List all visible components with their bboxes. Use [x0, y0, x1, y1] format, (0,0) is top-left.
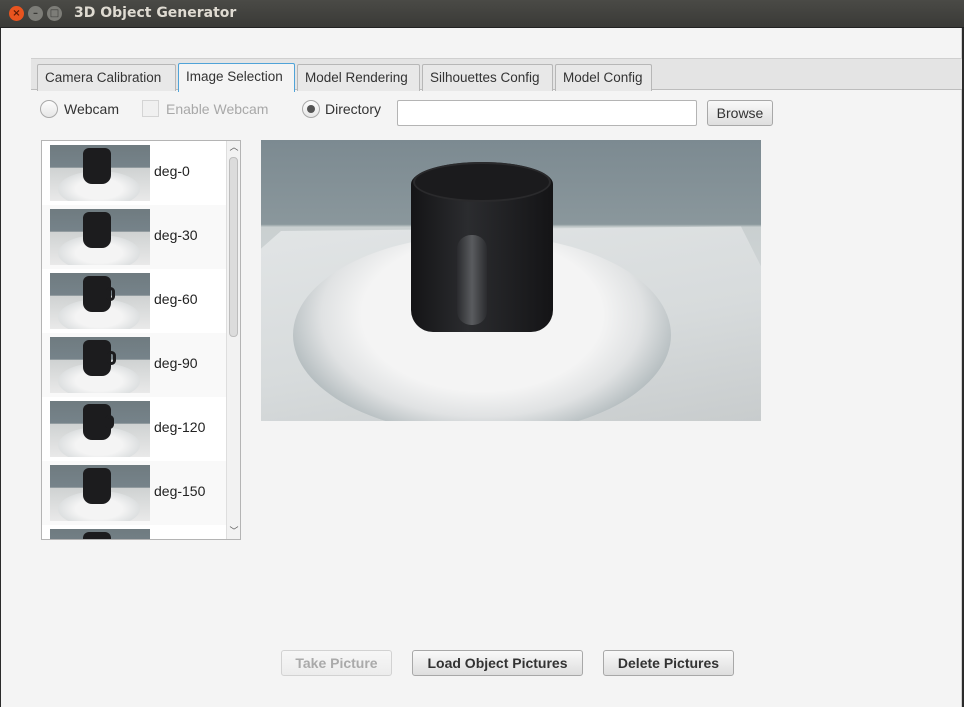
- radio-selected-dot: [307, 105, 315, 113]
- load-object-pictures-button[interactable]: Load Object Pictures: [412, 650, 583, 676]
- scroll-up-icon[interactable]: ︿: [227, 141, 240, 155]
- enable-webcam-label: Enable Webcam: [166, 101, 269, 117]
- close-window-button[interactable]: ×: [9, 6, 24, 21]
- thumbnail-image: [50, 401, 150, 457]
- list-item-label: deg-150: [154, 483, 206, 499]
- scroll-down-icon[interactable]: ﹀: [227, 525, 240, 539]
- tab-silhouettes-config[interactable]: Silhouettes Config: [422, 64, 553, 91]
- directory-radio[interactable]: [302, 100, 320, 118]
- list-item-label: deg-0: [154, 163, 190, 179]
- thumbnail-image: [50, 209, 150, 265]
- thumbnail-image: [50, 337, 150, 393]
- list-item[interactable]: deg-60: [42, 269, 226, 333]
- browse-button[interactable]: Browse: [707, 100, 773, 126]
- list-item[interactable]: [42, 525, 226, 539]
- list-scrollbar[interactable]: ︿ ﹀: [226, 141, 240, 539]
- thumbnail-image: [50, 145, 150, 201]
- selected-image-preview: [261, 140, 761, 421]
- tab-model-rendering[interactable]: Model Rendering: [297, 64, 420, 91]
- list-item-label: deg-30: [154, 227, 198, 243]
- window-title: 3D Object Generator: [74, 5, 237, 21]
- list-item-label: deg-90: [154, 355, 198, 371]
- directory-label: Directory: [325, 101, 382, 117]
- list-item[interactable]: deg-30: [42, 205, 226, 269]
- list-item[interactable]: deg-120: [42, 397, 226, 461]
- minimize-window-button[interactable]: –: [28, 6, 43, 21]
- app-client-area: Camera Calibration Image Selection Model…: [1, 28, 962, 707]
- scrollbar-thumb[interactable]: [229, 157, 238, 337]
- list-item[interactable]: deg-0: [42, 141, 226, 205]
- image-list[interactable]: deg-0 deg-30 deg-60 deg-90 deg-120 deg-1…: [41, 140, 241, 540]
- tab-image-selection[interactable]: Image Selection: [178, 63, 295, 92]
- tab-bar: Camera Calibration Image Selection Model…: [31, 58, 962, 92]
- webcam-label: Webcam: [64, 101, 119, 117]
- list-item-label: deg-60: [154, 291, 198, 307]
- webcam-radio[interactable]: [40, 100, 58, 118]
- list-item-label: deg-120: [154, 419, 206, 435]
- take-picture-button[interactable]: Take Picture: [281, 650, 392, 676]
- thumbnail-image: [50, 529, 150, 539]
- window-titlebar: × – □ 3D Object Generator: [0, 0, 964, 28]
- thumbnail-image: [50, 465, 150, 521]
- tab-model-config[interactable]: Model Config: [555, 64, 652, 91]
- list-item[interactable]: deg-150: [42, 461, 226, 525]
- directory-path-input[interactable]: [397, 100, 697, 126]
- maximize-window-button[interactable]: □: [47, 6, 62, 21]
- delete-pictures-button[interactable]: Delete Pictures: [603, 650, 734, 676]
- thumbnail-image: [50, 273, 150, 329]
- enable-webcam-checkbox[interactable]: [142, 100, 159, 117]
- list-item[interactable]: deg-90: [42, 333, 226, 397]
- tab-camera-calibration[interactable]: Camera Calibration: [37, 64, 176, 91]
